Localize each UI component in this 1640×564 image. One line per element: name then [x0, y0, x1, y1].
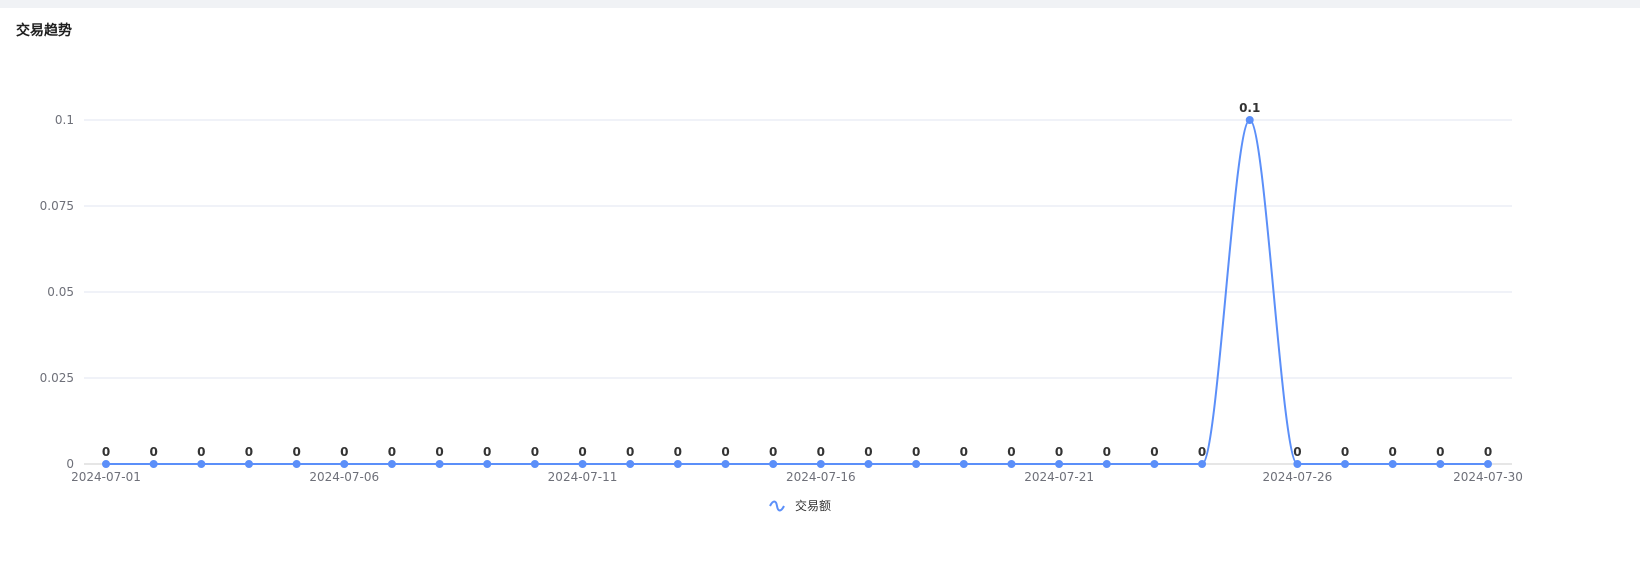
data-label: 0	[1436, 445, 1444, 459]
x-tick-label: 2024-07-26	[1263, 470, 1333, 484]
data-label: 0	[674, 445, 682, 459]
data-point[interactable]	[387, 460, 396, 468]
data-point[interactable]	[959, 460, 968, 468]
data-point[interactable]	[816, 460, 825, 468]
data-label: 0	[721, 445, 729, 459]
data-label: 0	[1389, 445, 1397, 459]
data-label: 0	[531, 445, 539, 459]
data-point[interactable]	[149, 460, 158, 468]
data-point[interactable]	[530, 460, 539, 468]
data-label: 0	[388, 445, 396, 459]
data-point[interactable]	[244, 460, 253, 468]
data-label: 0	[435, 445, 443, 459]
data-point[interactable]	[1245, 116, 1254, 124]
y-tick-label: 0.025	[40, 371, 74, 385]
data-label: 0	[864, 445, 872, 459]
data-label: 0	[197, 445, 205, 459]
data-point[interactable]	[578, 460, 587, 468]
data-label: 0.1	[1239, 101, 1260, 115]
data-label: 0	[1055, 445, 1063, 459]
axis-layer: 0 0.025 0.05 0.075 0.1 2024-07-01 2024-07-06 20…	[40, 113, 1523, 484]
legend[interactable]: 交易额	[769, 498, 831, 513]
data-point[interactable]	[340, 460, 349, 468]
data-point[interactable]	[912, 460, 921, 468]
data-point[interactable]	[1436, 460, 1445, 468]
data-label: 0	[578, 445, 586, 459]
data-label: 0	[292, 445, 300, 459]
data-point[interactable]	[1293, 460, 1302, 468]
data-point[interactable]	[1102, 460, 1111, 468]
data-label: 0	[912, 445, 920, 459]
data-point[interactable]	[769, 460, 778, 468]
data-label: 0	[769, 445, 777, 459]
x-tick-label: 2024-07-11	[548, 470, 618, 484]
data-label: 0	[1293, 445, 1301, 459]
data-label: 0	[149, 445, 157, 459]
data-point[interactable]	[1007, 460, 1016, 468]
data-label: 0	[483, 445, 491, 459]
data-point[interactable]	[673, 460, 682, 468]
y-tick-label: 0.1	[55, 113, 74, 127]
data-label: 0	[1198, 445, 1206, 459]
data-point[interactable]	[292, 460, 301, 468]
y-tick-label: 0	[66, 457, 74, 471]
y-tick-label: 0.05	[47, 285, 74, 299]
data-point[interactable]	[435, 460, 444, 468]
data-label: 0	[245, 445, 253, 459]
data-point[interactable]	[197, 460, 206, 468]
data-point[interactable]	[1055, 460, 1064, 468]
data-label: 0	[1150, 445, 1158, 459]
legend-symbol-icon[interactable]	[769, 500, 785, 512]
data-label: 0	[1007, 445, 1015, 459]
x-tick-label: 2024-07-16	[786, 470, 856, 484]
data-label: 0	[1341, 445, 1349, 459]
x-tick-label: 2024-07-30	[1453, 470, 1523, 484]
data-point[interactable]	[1341, 460, 1350, 468]
data-point[interactable]	[864, 460, 873, 468]
legend-label[interactable]: 交易额	[795, 498, 831, 513]
x-tick-label: 2024-07-06	[309, 470, 379, 484]
data-point[interactable]	[483, 460, 492, 468]
data-label: 0	[817, 445, 825, 459]
data-label: 0	[340, 445, 348, 459]
grid-layer	[84, 119, 1512, 379]
y-tick-label: 0.075	[40, 199, 74, 213]
label-layer: 0 0 0 0 0 0 0 0 0 0 0 0 0 0 0 0 0 0 0 0 0 0 0 0 0.1 0 0 0 0 0	[102, 101, 1492, 459]
trend-chart: 0 0.025 0.05 0.075 0.1 2024-07-01 2024-07-06 20…	[40, 101, 1523, 513]
data-label: 0	[102, 445, 110, 459]
data-label: 0	[626, 445, 634, 459]
data-point[interactable]	[1150, 460, 1159, 468]
data-point[interactable]	[721, 460, 730, 468]
data-point[interactable]	[1388, 460, 1397, 468]
x-tick-label: 2024-07-21	[1024, 470, 1094, 484]
data-point[interactable]	[626, 460, 635, 468]
data-point[interactable]	[102, 460, 110, 468]
data-label: 0	[1103, 445, 1111, 459]
data-label: 0	[960, 445, 968, 459]
x-tick-label: 2024-07-01	[71, 470, 141, 484]
data-point[interactable]	[1484, 460, 1492, 468]
data-point[interactable]	[1198, 460, 1207, 468]
data-label: 0	[1484, 445, 1492, 459]
